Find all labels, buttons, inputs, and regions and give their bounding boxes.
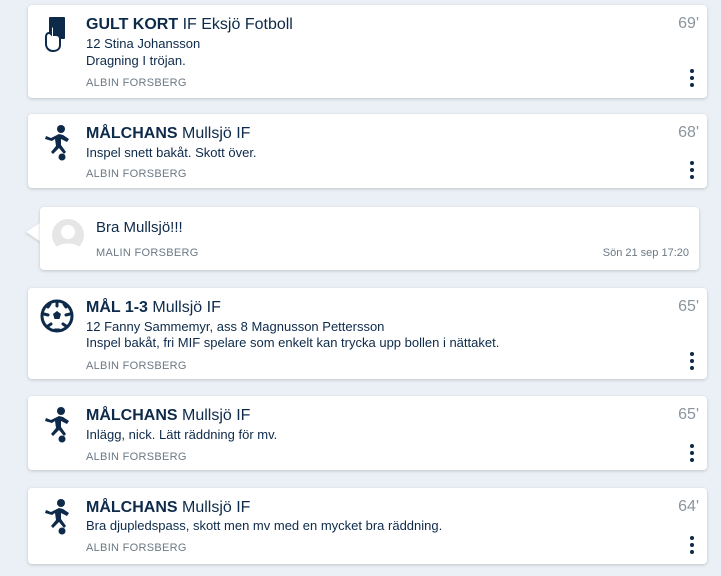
event-team: Mullsjö IF — [182, 499, 251, 516]
event-author: ALBIN FORSBERG — [86, 451, 187, 463]
event-type: GULT KORT — [86, 16, 179, 33]
event-author: ALBIN FORSBERG — [86, 168, 187, 180]
comment-tail — [26, 222, 41, 242]
event-description: Dragning I tröjan. — [86, 53, 186, 68]
event-author: ALBIN FORSBERG — [86, 77, 187, 89]
event-type: MÅLCHANS — [86, 499, 178, 516]
event-description: Inspel bakåt, fri MIF spelare som enkelt… — [86, 335, 500, 350]
event-description: Bra djupledspass, skott men mv med en my… — [86, 518, 443, 533]
more-options-icon[interactable] — [688, 161, 696, 181]
event-description: Inlägg, nick. Lätt räddning för mv. — [86, 427, 278, 442]
event-author: ALBIN FORSBERG — [86, 360, 187, 372]
event-card: GULT KORT IF Eksjö Fotboll 12 Stina Joha… — [28, 5, 707, 98]
event-player: 12 Fanny Sammemyr, ass 8 Magnusson Pette… — [86, 319, 385, 334]
event-team: Mullsjö IF — [152, 299, 221, 316]
football-icon — [40, 298, 74, 336]
player-kick-icon — [40, 406, 74, 444]
event-card: MÅLCHANS Mullsjö IF Inspel snett bakåt. … — [28, 114, 707, 188]
player-kick-icon — [40, 124, 74, 162]
comment-text: Bra Mullsjö!!! — [96, 219, 183, 236]
event-minute: 69' — [678, 15, 699, 32]
event-title: GULT KORT IF Eksjö Fotboll — [86, 15, 293, 35]
comment-card: Bra Mullsjö!!! MALIN FORSBERG Sön 21 sep… — [40, 207, 699, 270]
event-team: IF Eksjö Fotboll — [182, 16, 293, 33]
event-type: MÅLCHANS — [86, 125, 178, 142]
avatar — [52, 219, 84, 251]
more-options-icon[interactable] — [688, 536, 696, 556]
event-minute: 68' — [678, 124, 699, 141]
event-title: MÅL 1-3 Mullsjö IF — [86, 298, 221, 318]
comment-timestamp: Sön 21 sep 17:20 — [602, 247, 689, 259]
event-type: MÅLCHANS — [86, 407, 178, 424]
event-card: MÅLCHANS Mullsjö IF Inlägg, nick. Lätt r… — [28, 396, 707, 470]
event-team: Mullsjö IF — [182, 125, 251, 142]
more-options-icon[interactable] — [688, 444, 696, 464]
event-team: Mullsjö IF — [182, 407, 251, 424]
player-kick-icon — [40, 498, 74, 536]
event-title: MÅLCHANS Mullsjö IF — [86, 124, 250, 144]
event-minute: 65' — [678, 298, 699, 315]
event-minute: 65' — [678, 406, 699, 423]
event-player: 12 Stina Johansson — [86, 36, 201, 51]
more-options-icon[interactable] — [688, 352, 696, 372]
event-type: MÅL 1-3 — [86, 299, 148, 316]
event-card: MÅL 1-3 Mullsjö IF 12 Fanny Sammemyr, as… — [28, 288, 707, 379]
yellow-card-icon — [40, 15, 74, 53]
more-options-icon[interactable] — [688, 69, 696, 89]
event-title: MÅLCHANS Mullsjö IF — [86, 498, 250, 518]
event-card: MÅLCHANS Mullsjö IF Bra djupledspass, sk… — [28, 488, 707, 564]
event-description: Inspel snett bakåt. Skott över. — [86, 145, 257, 160]
comment-author: MALIN FORSBERG — [96, 247, 199, 259]
event-minute: 64' — [678, 498, 699, 515]
event-title: MÅLCHANS Mullsjö IF — [86, 406, 250, 426]
event-author: ALBIN FORSBERG — [86, 542, 187, 554]
